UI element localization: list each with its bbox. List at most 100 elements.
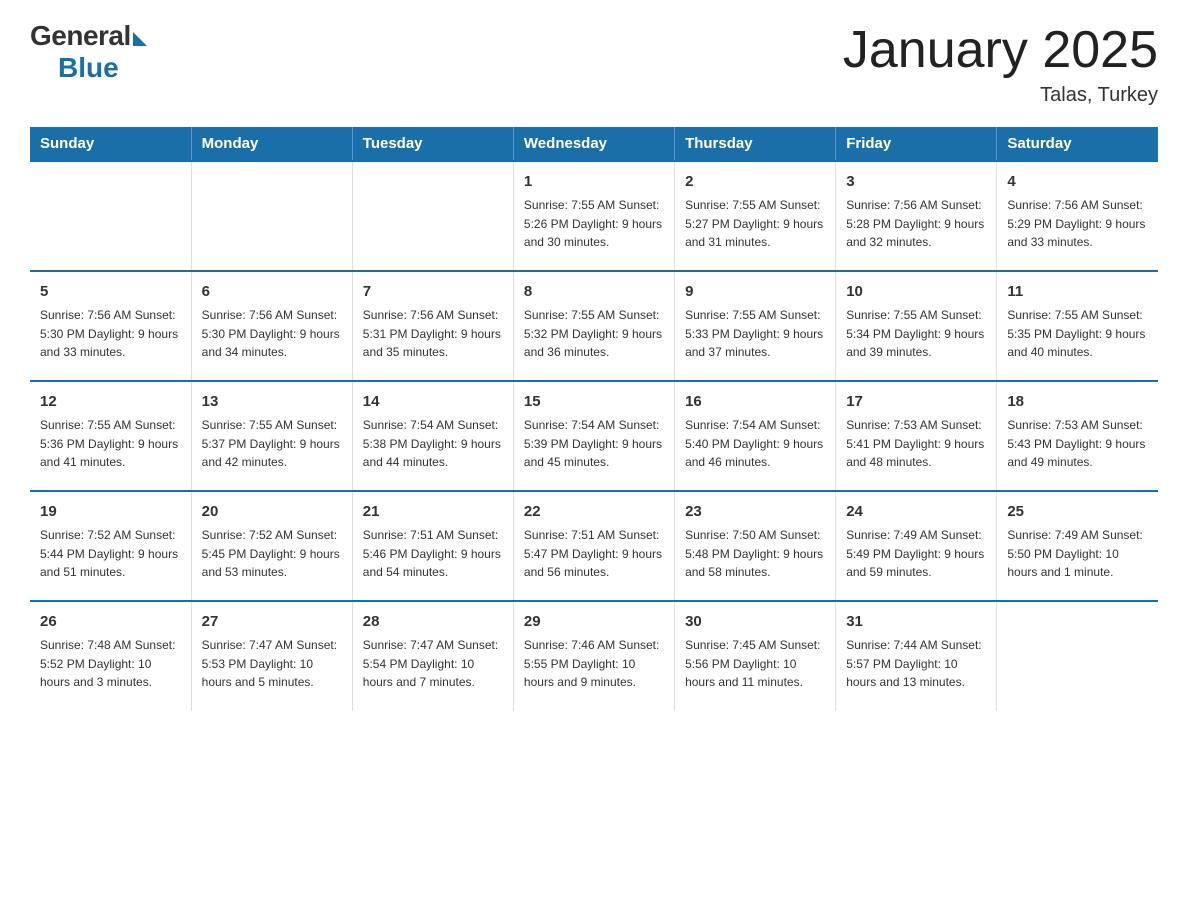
calendar-cell: 1Sunrise: 7:55 AM Sunset: 5:26 PM Daylig… — [513, 161, 674, 271]
logo-blue-text: Blue — [58, 52, 119, 84]
calendar-cell: 28Sunrise: 7:47 AM Sunset: 5:54 PM Dayli… — [352, 601, 513, 711]
day-number: 15 — [524, 390, 664, 414]
day-info: Sunrise: 7:52 AM Sunset: 5:44 PM Dayligh… — [40, 526, 181, 582]
day-info: Sunrise: 7:54 AM Sunset: 5:39 PM Dayligh… — [524, 416, 664, 472]
day-info: Sunrise: 7:56 AM Sunset: 5:30 PM Dayligh… — [40, 306, 181, 362]
day-info: Sunrise: 7:56 AM Sunset: 5:28 PM Dayligh… — [846, 196, 986, 252]
day-number: 7 — [363, 280, 503, 304]
day-number: 13 — [202, 390, 342, 414]
day-info: Sunrise: 7:55 AM Sunset: 5:34 PM Dayligh… — [846, 306, 986, 362]
calendar-cell: 10Sunrise: 7:55 AM Sunset: 5:34 PM Dayli… — [836, 271, 997, 381]
day-info: Sunrise: 7:51 AM Sunset: 5:47 PM Dayligh… — [524, 526, 664, 582]
calendar-cell: 3Sunrise: 7:56 AM Sunset: 5:28 PM Daylig… — [836, 161, 997, 271]
calendar-cell: 17Sunrise: 7:53 AM Sunset: 5:41 PM Dayli… — [836, 381, 997, 491]
calendar-cell: 5Sunrise: 7:56 AM Sunset: 5:30 PM Daylig… — [30, 271, 191, 381]
day-info: Sunrise: 7:53 AM Sunset: 5:43 PM Dayligh… — [1007, 416, 1148, 472]
day-info: Sunrise: 7:55 AM Sunset: 5:32 PM Dayligh… — [524, 306, 664, 362]
day-info: Sunrise: 7:55 AM Sunset: 5:27 PM Dayligh… — [685, 196, 825, 252]
day-of-week-header: Friday — [836, 127, 997, 161]
day-number: 4 — [1007, 170, 1148, 194]
day-number: 16 — [685, 390, 825, 414]
calendar-cell: 8Sunrise: 7:55 AM Sunset: 5:32 PM Daylig… — [513, 271, 674, 381]
calendar-week-row: 19Sunrise: 7:52 AM Sunset: 5:44 PM Dayli… — [30, 491, 1158, 601]
calendar-cell: 12Sunrise: 7:55 AM Sunset: 5:36 PM Dayli… — [30, 381, 191, 491]
day-info: Sunrise: 7:48 AM Sunset: 5:52 PM Dayligh… — [40, 636, 181, 692]
day-number: 3 — [846, 170, 986, 194]
calendar-cell: 18Sunrise: 7:53 AM Sunset: 5:43 PM Dayli… — [997, 381, 1158, 491]
calendar-cell: 31Sunrise: 7:44 AM Sunset: 5:57 PM Dayli… — [836, 601, 997, 711]
day-number: 26 — [40, 610, 181, 634]
day-number: 17 — [846, 390, 986, 414]
calendar-cell: 20Sunrise: 7:52 AM Sunset: 5:45 PM Dayli… — [191, 491, 352, 601]
calendar-cell — [191, 161, 352, 271]
calendar-cell: 21Sunrise: 7:51 AM Sunset: 5:46 PM Dayli… — [352, 491, 513, 601]
day-of-week-header: Sunday — [30, 127, 191, 161]
calendar-cell: 25Sunrise: 7:49 AM Sunset: 5:50 PM Dayli… — [997, 491, 1158, 601]
day-info: Sunrise: 7:55 AM Sunset: 5:36 PM Dayligh… — [40, 416, 181, 472]
calendar-cell: 6Sunrise: 7:56 AM Sunset: 5:30 PM Daylig… — [191, 271, 352, 381]
day-info: Sunrise: 7:46 AM Sunset: 5:55 PM Dayligh… — [524, 636, 664, 692]
day-number: 9 — [685, 280, 825, 304]
calendar-cell: 27Sunrise: 7:47 AM Sunset: 5:53 PM Dayli… — [191, 601, 352, 711]
calendar-cell: 19Sunrise: 7:52 AM Sunset: 5:44 PM Dayli… — [30, 491, 191, 601]
day-number: 31 — [846, 610, 986, 634]
day-info: Sunrise: 7:55 AM Sunset: 5:35 PM Dayligh… — [1007, 306, 1148, 362]
calendar-cell — [997, 601, 1158, 711]
calendar-week-row: 26Sunrise: 7:48 AM Sunset: 5:52 PM Dayli… — [30, 601, 1158, 711]
day-of-week-header: Wednesday — [513, 127, 674, 161]
calendar-table: SundayMondayTuesdayWednesdayThursdayFrid… — [30, 127, 1158, 711]
calendar-cell: 2Sunrise: 7:55 AM Sunset: 5:27 PM Daylig… — [675, 161, 836, 271]
day-number: 18 — [1007, 390, 1148, 414]
day-number: 2 — [685, 170, 825, 194]
calendar-cell: 24Sunrise: 7:49 AM Sunset: 5:49 PM Dayli… — [836, 491, 997, 601]
day-number: 14 — [363, 390, 503, 414]
day-number: 28 — [363, 610, 503, 634]
day-of-week-header: Thursday — [675, 127, 836, 161]
calendar-cell: 13Sunrise: 7:55 AM Sunset: 5:37 PM Dayli… — [191, 381, 352, 491]
day-number: 21 — [363, 500, 503, 524]
day-number: 20 — [202, 500, 342, 524]
day-number: 11 — [1007, 280, 1148, 304]
day-info: Sunrise: 7:47 AM Sunset: 5:53 PM Dayligh… — [202, 636, 342, 692]
day-number: 5 — [40, 280, 181, 304]
calendar-week-row: 5Sunrise: 7:56 AM Sunset: 5:30 PM Daylig… — [30, 271, 1158, 381]
day-info: Sunrise: 7:54 AM Sunset: 5:38 PM Dayligh… — [363, 416, 503, 472]
page-header: General Blue January 2025 Talas, Turkey — [30, 20, 1158, 107]
calendar-cell: 23Sunrise: 7:50 AM Sunset: 5:48 PM Dayli… — [675, 491, 836, 601]
day-number: 19 — [40, 500, 181, 524]
calendar-cell — [352, 161, 513, 271]
day-number: 8 — [524, 280, 664, 304]
calendar-cell: 16Sunrise: 7:54 AM Sunset: 5:40 PM Dayli… — [675, 381, 836, 491]
day-info: Sunrise: 7:49 AM Sunset: 5:50 PM Dayligh… — [1007, 526, 1148, 582]
logo-arrow-icon — [133, 32, 147, 46]
calendar-cell — [30, 161, 191, 271]
day-info: Sunrise: 7:50 AM Sunset: 5:48 PM Dayligh… — [685, 526, 825, 582]
day-number: 29 — [524, 610, 664, 634]
title-block: January 2025 Talas, Turkey — [843, 20, 1158, 107]
logo-general-text: General — [30, 20, 131, 52]
day-number: 27 — [202, 610, 342, 634]
day-number: 10 — [846, 280, 986, 304]
day-info: Sunrise: 7:52 AM Sunset: 5:45 PM Dayligh… — [202, 526, 342, 582]
day-number: 22 — [524, 500, 664, 524]
day-info: Sunrise: 7:56 AM Sunset: 5:31 PM Dayligh… — [363, 306, 503, 362]
calendar-cell: 14Sunrise: 7:54 AM Sunset: 5:38 PM Dayli… — [352, 381, 513, 491]
day-number: 25 — [1007, 500, 1148, 524]
calendar-week-row: 12Sunrise: 7:55 AM Sunset: 5:36 PM Dayli… — [30, 381, 1158, 491]
day-info: Sunrise: 7:55 AM Sunset: 5:37 PM Dayligh… — [202, 416, 342, 472]
day-of-week-header: Saturday — [997, 127, 1158, 161]
day-number: 12 — [40, 390, 181, 414]
day-info: Sunrise: 7:56 AM Sunset: 5:29 PM Dayligh… — [1007, 196, 1148, 252]
day-info: Sunrise: 7:51 AM Sunset: 5:46 PM Dayligh… — [363, 526, 503, 582]
logo: General Blue — [30, 20, 147, 84]
day-info: Sunrise: 7:55 AM Sunset: 5:33 PM Dayligh… — [685, 306, 825, 362]
calendar-cell: 29Sunrise: 7:46 AM Sunset: 5:55 PM Dayli… — [513, 601, 674, 711]
day-info: Sunrise: 7:49 AM Sunset: 5:49 PM Dayligh… — [846, 526, 986, 582]
day-info: Sunrise: 7:56 AM Sunset: 5:30 PM Dayligh… — [202, 306, 342, 362]
day-number: 23 — [685, 500, 825, 524]
calendar-header-row: SundayMondayTuesdayWednesdayThursdayFrid… — [30, 127, 1158, 161]
day-of-week-header: Monday — [191, 127, 352, 161]
calendar-week-row: 1Sunrise: 7:55 AM Sunset: 5:26 PM Daylig… — [30, 161, 1158, 271]
month-title: January 2025 — [843, 20, 1158, 80]
day-info: Sunrise: 7:55 AM Sunset: 5:26 PM Dayligh… — [524, 196, 664, 252]
